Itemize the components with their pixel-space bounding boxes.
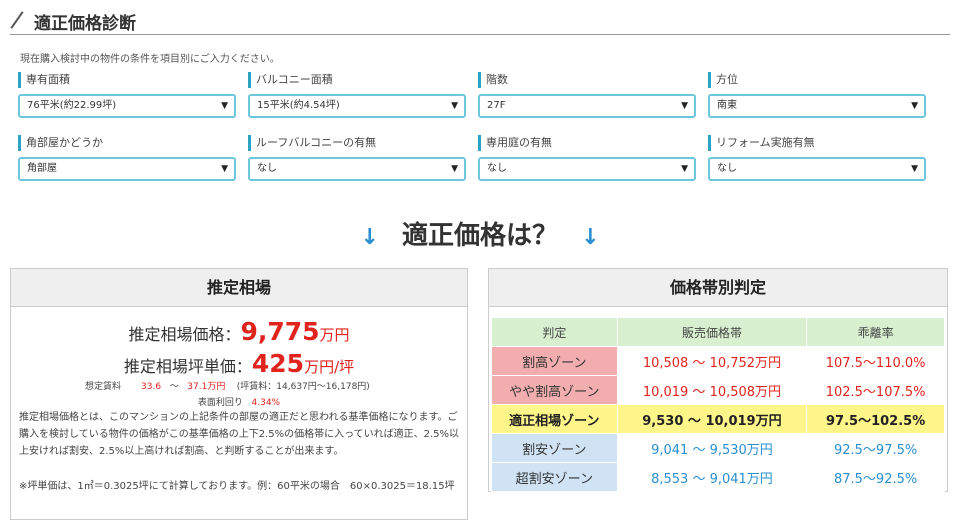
title-slash-decoration [10, 11, 24, 29]
yield-value: 4.34% [251, 398, 281, 408]
rate-cell: 102.5〜107.5% [806, 375, 945, 405]
yield-label: 表面利回り [197, 398, 243, 408]
price-label: 推定相場価格： [128, 325, 241, 344]
roof-balcony-select[interactable]: なし ▼ [248, 157, 466, 181]
question-heading: ↓ 適正価格は？ ↓ [0, 215, 960, 252]
estimate-heading: 推定相場 [11, 269, 467, 307]
balcony-area-select[interactable]: 15平米(約4.54坪) ▼ [248, 94, 466, 118]
arrow-down-icon: ↓ [581, 225, 600, 250]
table-row: 割安ゾーン 9,041 〜 9,530万円 92.5〜97.5% [491, 433, 945, 463]
arrow-down-icon: ↓ [360, 225, 379, 250]
select-value: なし [487, 163, 507, 174]
field-direction: 方位 南東 ▼ [708, 72, 926, 118]
tsubo-unit: 万円/坪 [304, 358, 355, 376]
judgment-heading: 価格帯別判定 [489, 269, 947, 307]
range-cell: 10,019 〜 10,508万円 [616, 375, 808, 405]
chevron-down-icon: ▼ [681, 101, 688, 111]
rent-min: 33.6 [141, 382, 162, 392]
rent-max: 37.1万円 [187, 382, 226, 392]
chevron-down-icon: ▼ [681, 164, 688, 174]
rate-cell: 92.5〜97.5% [806, 433, 945, 463]
table-row: やや割高ゾーン 10,019 〜 10,508万円 102.5〜107.5% [491, 375, 945, 405]
field-reform: リフォーム実施有無 なし ▼ [708, 135, 926, 181]
field-label: バルコニー面積 [248, 72, 466, 88]
estimated-rent: 想定賃料 33.6 〜 37.1万円 (坪賃料：14,637円〜16,178円) [85, 379, 370, 392]
select-value: 南東 [717, 100, 737, 111]
corner-room-select[interactable]: 角部屋 ▼ [18, 157, 236, 181]
field-label: ルーフバルコニーの有無 [248, 135, 466, 151]
table-header-row: 判定 販売価格帯 乖離率 [491, 317, 945, 347]
field-roof-balcony: ルーフバルコニーの有無 なし ▼ [248, 135, 466, 181]
zone-cell: 超割安ゾーン [491, 462, 618, 492]
table-row: 割高ゾーン 10,508 〜 10,752万円 107.5〜110.0% [491, 346, 945, 376]
floor-area-select[interactable]: 76平米(約22.99坪) ▼ [18, 94, 236, 118]
question-text: 適正価格は？ [401, 221, 558, 251]
direction-select[interactable]: 南東 ▼ [708, 94, 926, 118]
title-rule [10, 34, 950, 35]
surface-yield: 表面利回り 4.34% [11, 395, 467, 408]
select-value: 角部屋 [27, 163, 57, 174]
select-value: 15平米(約4.54坪) [257, 100, 340, 111]
judgment-table: 判定 販売価格帯 乖離率 割高ゾーン 10,508 〜 10,752万円 107… [491, 317, 945, 492]
field-balcony-area: バルコニー面積 15平米(約4.54坪) ▼ [248, 72, 466, 118]
column-header: 販売価格帯 [616, 317, 808, 347]
table-row-highlighted: 適正相場ゾーン 9,530 〜 10,019万円 97.5〜102.5% [491, 404, 945, 434]
field-label: 階数 [478, 72, 696, 88]
chevron-down-icon: ▼ [451, 164, 458, 174]
estimate-description: 推定相場価格とは、このマンションの上記条件の部屋の適正だと思われる基準価格になり… [19, 412, 460, 457]
select-value: 27F [487, 100, 506, 111]
field-label: 角部屋かどうか [18, 135, 236, 151]
select-value: なし [717, 163, 737, 174]
chevron-down-icon: ▼ [911, 164, 918, 174]
section-title: 適正価格診断 [10, 6, 950, 35]
field-label: リフォーム実施有無 [708, 135, 926, 151]
zone-cell: やや割高ゾーン [491, 375, 618, 405]
chevron-down-icon: ▼ [451, 101, 458, 111]
range-cell: 8,553 〜 9,041万円 [616, 462, 808, 492]
field-private-garden: 専用庭の有無 なし ▼ [478, 135, 696, 181]
field-floor-area: 専有面積 76平米(約22.99坪) ▼ [18, 72, 236, 118]
rate-cell: 87.5〜92.5% [806, 462, 945, 492]
rent-separator: 〜 [169, 382, 179, 392]
field-corner-room: 角部屋かどうか 角部屋 ▼ [18, 135, 236, 181]
price-unit: 万円 [319, 326, 350, 344]
field-label: 方位 [708, 72, 926, 88]
private-garden-select[interactable]: なし ▼ [478, 157, 696, 181]
zone-cell: 割安ゾーン [491, 433, 618, 463]
estimated-tsubo-price: 推定相場坪単価：425万円/坪 [11, 349, 467, 378]
field-floor-number: 階数 27F ▼ [478, 72, 696, 118]
tsubo-value: 425 [251, 349, 305, 378]
chevron-down-icon: ▼ [911, 101, 918, 111]
select-value: 76平米(約22.99坪) [27, 100, 117, 111]
zone-cell: 割高ゾーン [491, 346, 618, 376]
tsubo-label: 推定相場坪単価： [123, 357, 252, 376]
range-cell: 9,530 〜 10,019万円 [616, 404, 808, 434]
floor-number-select[interactable]: 27F ▼ [478, 94, 696, 118]
column-header: 判定 [491, 317, 618, 347]
rent-label: 想定賃料 [85, 382, 122, 392]
range-cell: 10,508 〜 10,752万円 [616, 346, 808, 376]
estimated-price: 推定相場価格：9,775万円 [11, 317, 467, 346]
rent-tsubo: (坪賃料：14,637円〜16,178円) [236, 382, 370, 392]
field-label: 専用庭の有無 [478, 135, 696, 151]
chevron-down-icon: ▼ [221, 101, 228, 111]
estimate-panel: 推定相場 推定相場価格：9,775万円 推定相場坪単価：425万円/坪 想定賃料… [10, 268, 468, 520]
page-title: 適正価格診断 [34, 14, 136, 34]
tsubo-note: ※坪単価は、1㎡＝0.3025坪にて計算しております。例：60平米の場合 60×… [19, 481, 455, 492]
chevron-down-icon: ▼ [221, 164, 228, 174]
rate-cell: 97.5〜102.5% [806, 404, 945, 434]
intro-text: 現在購入検討中の物件の条件を項目別にご入力ください。 [20, 54, 280, 65]
column-header: 乖離率 [806, 317, 945, 347]
rate-cell: 107.5〜110.0% [806, 346, 945, 376]
price-value: 9,775 [240, 317, 320, 346]
table-row: 超割安ゾーン 8,553 〜 9,041万円 87.5〜92.5% [491, 462, 945, 492]
reform-select[interactable]: なし ▼ [708, 157, 926, 181]
range-cell: 9,041 〜 9,530万円 [616, 433, 808, 463]
zone-cell: 適正相場ゾーン [491, 404, 618, 434]
select-value: なし [257, 163, 277, 174]
field-label: 専有面積 [18, 72, 236, 88]
judgment-panel: 価格帯別判定 判定 販売価格帯 乖離率 割高ゾーン 10,508 〜 10,75… [488, 268, 948, 492]
